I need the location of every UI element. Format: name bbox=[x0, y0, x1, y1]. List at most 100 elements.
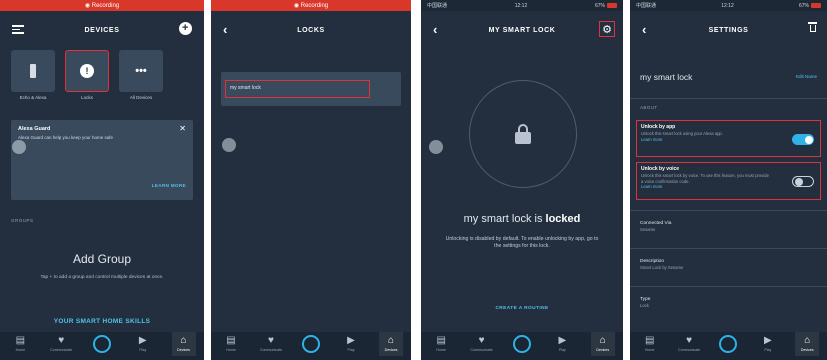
about-heading: ABOUT bbox=[640, 105, 658, 110]
clock-text: 12:12 bbox=[514, 2, 528, 9]
chat-icon: ♥ bbox=[268, 335, 274, 346]
nav-home[interactable]: ▤ Home bbox=[4, 335, 36, 352]
nav-play[interactable]: ▶ Play bbox=[127, 335, 159, 352]
nav-label: Play bbox=[347, 348, 355, 352]
play-icon: ▶ bbox=[347, 335, 355, 346]
more-icon: ••• bbox=[135, 65, 147, 77]
guard-title: Alexa Guard bbox=[18, 126, 51, 132]
nav-devices[interactable]: ⌂ Devices bbox=[791, 332, 823, 356]
groups-heading: GROUPS bbox=[11, 218, 34, 223]
status-bar: ◉ Recording bbox=[211, 0, 411, 11]
lock-item-label: my smart lock bbox=[225, 80, 370, 98]
alexa-icon bbox=[719, 335, 738, 353]
learn-more-link[interactable]: Learn more bbox=[641, 137, 816, 142]
lock-status-circle bbox=[469, 80, 577, 188]
guard-text: Alexa Guard can help you keep your home … bbox=[18, 135, 114, 140]
alexa-icon bbox=[302, 335, 320, 353]
play-icon: ▶ bbox=[764, 335, 772, 346]
nav-home[interactable]: ▤ Home bbox=[215, 335, 247, 352]
device-name: my smart lock bbox=[640, 72, 693, 82]
battery-indicator: 67% bbox=[595, 3, 617, 9]
nav-label: Communicate bbox=[470, 348, 493, 352]
chat-icon: ♥ bbox=[478, 335, 485, 346]
nav-home[interactable]: ▤ Home bbox=[425, 335, 457, 352]
unlock-by-app-row: Unlock by app Unlock this smart lock usi… bbox=[636, 120, 821, 157]
nav-alexa[interactable] bbox=[86, 335, 118, 353]
status-text: Recording bbox=[300, 2, 329, 9]
add-device-button[interactable]: + bbox=[179, 22, 192, 35]
gear-icon[interactable]: ⚙ bbox=[599, 21, 615, 37]
lock-status-prefix: my smart lock is bbox=[463, 213, 543, 225]
device-category-tiles: ! ••• bbox=[11, 50, 163, 92]
recording-icon: ◉ bbox=[84, 3, 92, 9]
tile-locks[interactable]: ! bbox=[65, 50, 109, 92]
recording-icon: ◉ bbox=[293, 3, 301, 9]
unlock-disabled-description: Unlocking is disabled by default. To ena… bbox=[445, 236, 599, 249]
nav-devices[interactable]: ⌂ Devices bbox=[168, 332, 200, 356]
play-icon: ▶ bbox=[558, 335, 567, 346]
menu-icon[interactable] bbox=[12, 25, 24, 34]
page-title: DEVICES bbox=[84, 26, 120, 34]
tile-echo-alexa[interactable] bbox=[11, 50, 55, 92]
home-icon: ▤ bbox=[226, 335, 236, 346]
learn-more-link[interactable]: Learn more bbox=[641, 184, 816, 189]
nav-communicate[interactable]: ♥ Communicate bbox=[255, 335, 287, 352]
nav-label: Home bbox=[226, 348, 236, 352]
nav-label: Communicate bbox=[259, 348, 283, 352]
edit-name-link[interactable]: Edit Name bbox=[796, 74, 817, 79]
lock-status-word: locked bbox=[545, 213, 581, 225]
status-bar: 中国联通 12:12 67% bbox=[421, 0, 623, 11]
create-routine-link[interactable]: CREATE A ROUTINE bbox=[421, 306, 623, 311]
smart-home-skills-link[interactable]: YOUR SMART HOME SKILLS bbox=[0, 318, 204, 325]
nav-label: Communicate bbox=[50, 348, 73, 352]
unlock-app-toggle[interactable] bbox=[792, 134, 814, 145]
connected-via-info: Connected Via Sesame bbox=[640, 221, 671, 232]
devices-icon: ⌂ bbox=[180, 335, 187, 346]
nav-play[interactable]: ▶ Play bbox=[335, 335, 367, 352]
add-group-title[interactable]: Add Group bbox=[0, 252, 204, 266]
trash-icon[interactable] bbox=[808, 22, 817, 33]
settings-screen: 中国联通 12:12 67% ‹ SETTINGS my smart lock … bbox=[630, 0, 827, 360]
unlock-by-voice-row: Unlock by voice Unlock this smart lock b… bbox=[636, 162, 821, 200]
speaker-icon bbox=[30, 64, 36, 78]
nav-alexa[interactable] bbox=[506, 335, 538, 353]
unlock-voice-toggle[interactable] bbox=[792, 176, 814, 187]
page-title: LOCKS bbox=[297, 26, 325, 34]
nav-home[interactable]: ▤ Home bbox=[634, 335, 666, 352]
touch-indicator bbox=[222, 138, 236, 152]
connected-via-label: Connected Via bbox=[640, 221, 672, 226]
nav-communicate[interactable]: ♥ Communicate bbox=[673, 335, 705, 352]
status-text: Recording bbox=[91, 2, 120, 9]
touch-indicator bbox=[12, 140, 26, 154]
home-icon: ▤ bbox=[15, 335, 26, 346]
nav-devices[interactable]: ⌂ Devices bbox=[375, 332, 407, 356]
alexa-guard-card: Alexa Guard Alexa Guard can help you kee… bbox=[11, 120, 193, 200]
back-icon[interactable]: ‹ bbox=[433, 22, 438, 38]
nav-play[interactable]: ▶ Play bbox=[546, 335, 578, 352]
devices-icon: ⌂ bbox=[804, 335, 811, 346]
back-icon[interactable]: ‹ bbox=[642, 22, 647, 38]
nav-label: Devices bbox=[177, 348, 190, 352]
nav-communicate[interactable]: ♥ Communicate bbox=[45, 335, 77, 352]
nav-label: Play bbox=[558, 348, 566, 352]
unlock-voice-title: Unlock by voice bbox=[641, 166, 680, 172]
bottom-nav: ▤ Home ♥ Communicate ▶ Play ⌂ Devices bbox=[0, 332, 204, 360]
type-info: Type Lock bbox=[640, 297, 650, 308]
lock-list-item[interactable]: my smart lock bbox=[221, 72, 401, 106]
touch-indicator bbox=[429, 140, 443, 154]
close-icon[interactable]: ✕ bbox=[179, 124, 186, 133]
carrier-text: 中国联通 bbox=[636, 3, 657, 9]
header: DEVICES + bbox=[0, 18, 204, 42]
back-icon[interactable]: ‹ bbox=[223, 22, 228, 38]
nav-communicate[interactable]: ♥ Communicate bbox=[466, 335, 498, 352]
learn-more-link[interactable]: LEARN MORE bbox=[152, 183, 186, 188]
nav-alexa[interactable] bbox=[295, 335, 327, 353]
nav-devices[interactable]: ⌂ Devices bbox=[587, 332, 619, 356]
nav-alexa[interactable] bbox=[712, 335, 744, 353]
nav-play[interactable]: ▶ Play bbox=[752, 335, 784, 352]
type-value: Lock bbox=[640, 303, 649, 308]
header: ‹ MY SMART LOCK bbox=[421, 18, 623, 42]
padlock-icon bbox=[515, 124, 531, 144]
tile-all-devices[interactable]: ••• bbox=[119, 50, 163, 92]
nav-label: Home bbox=[436, 348, 446, 352]
